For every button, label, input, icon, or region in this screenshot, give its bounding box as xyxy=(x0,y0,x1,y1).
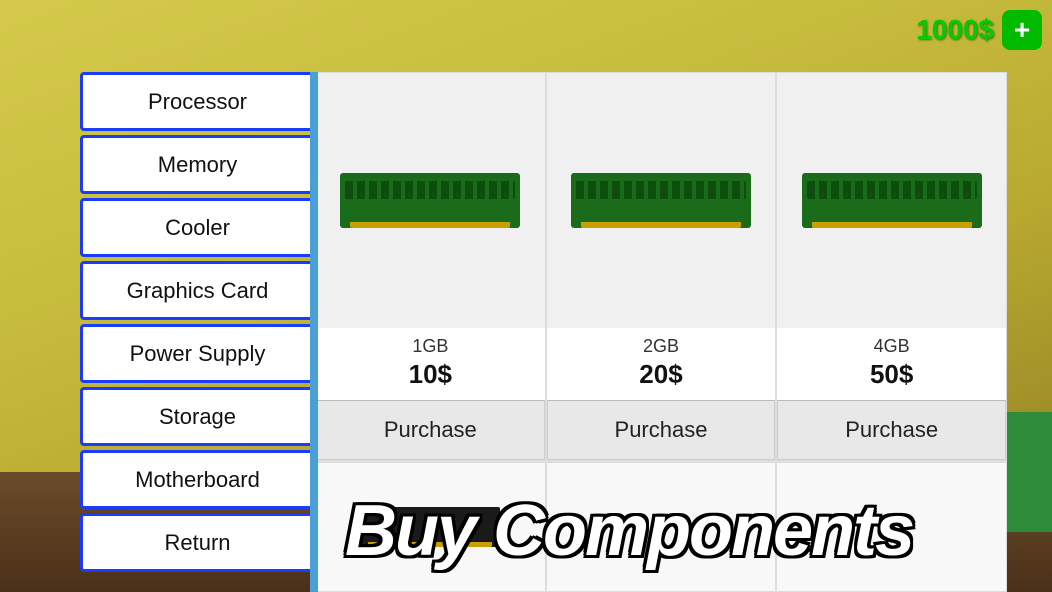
sidebar-item-motherboard[interactable]: Motherboard xyxy=(80,450,315,509)
product-image-1gb xyxy=(316,73,545,328)
sidebar-item-return[interactable]: Return xyxy=(80,513,315,572)
product-info-4gb: 4GB 50$ xyxy=(777,328,1006,400)
sidebar-item-storage[interactable]: Storage xyxy=(80,387,315,446)
ram-dark-image-1 xyxy=(360,507,500,547)
product-info-2gb: 2GB 20$ xyxy=(547,328,776,400)
panel-accent xyxy=(310,72,318,592)
purchase-button-4gb[interactable]: Purchase xyxy=(777,400,1006,460)
bottom-card-2 xyxy=(546,462,777,592)
currency-amount: 1000$ xyxy=(916,14,994,46)
green-box-decoration xyxy=(1002,412,1052,532)
product-price-4gb: 50$ xyxy=(785,359,998,390)
purchase-button-1gb[interactable]: Purchase xyxy=(316,400,545,460)
bottom-row xyxy=(315,461,1007,592)
ram-image-1gb xyxy=(340,173,520,228)
product-card-2gb: 2GB 20$ Purchase xyxy=(546,72,777,461)
product-price-1gb: 10$ xyxy=(324,359,537,390)
product-image-4gb xyxy=(777,73,1006,328)
product-card-1gb: 1GB 10$ Purchase xyxy=(315,72,546,461)
bottom-card-3 xyxy=(776,462,1007,592)
product-size-4gb: 4GB xyxy=(785,336,998,357)
ram-image-2gb xyxy=(571,173,751,228)
ram-image-4gb xyxy=(802,173,982,228)
sidebar-item-power-supply[interactable]: Power Supply xyxy=(80,324,315,383)
sidebar-item-graphics-card[interactable]: Graphics Card xyxy=(80,261,315,320)
sidebar-item-cooler[interactable]: Cooler xyxy=(80,198,315,257)
sidebar-item-processor[interactable]: Processor xyxy=(80,72,315,131)
product-image-2gb xyxy=(547,73,776,328)
main-panel: 1GB 10$ Purchase 2GB 20$ Purchase 4GB 50… xyxy=(315,72,1007,592)
product-size-1gb: 1GB xyxy=(324,336,537,357)
product-size-2gb: 2GB xyxy=(555,336,768,357)
products-grid: 1GB 10$ Purchase 2GB 20$ Purchase 4GB 50… xyxy=(315,72,1007,461)
product-card-4gb: 4GB 50$ Purchase xyxy=(776,72,1007,461)
product-price-2gb: 20$ xyxy=(555,359,768,390)
purchase-button-2gb[interactable]: Purchase xyxy=(547,400,776,460)
add-currency-button[interactable]: + xyxy=(1002,10,1042,50)
currency-display: 1000$ + xyxy=(916,10,1042,50)
bottom-card-1 xyxy=(315,462,546,592)
sidebar: Processor Memory Cooler Graphics Card Po… xyxy=(80,72,315,592)
sidebar-item-memory[interactable]: Memory xyxy=(80,135,315,194)
product-info-1gb: 1GB 10$ xyxy=(316,328,545,400)
